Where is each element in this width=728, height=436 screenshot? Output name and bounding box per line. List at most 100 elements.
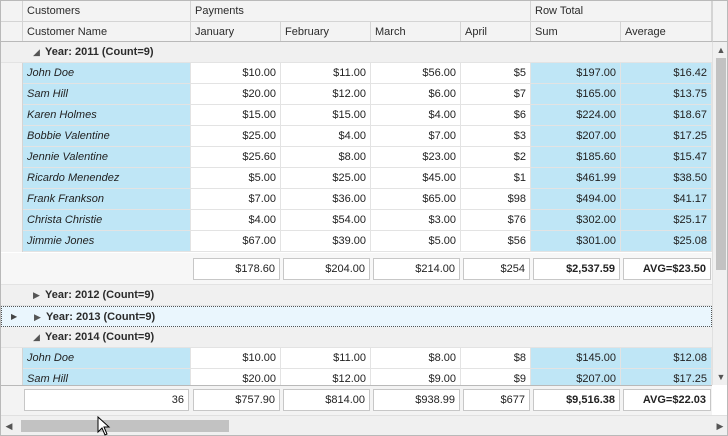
- vertical-scrollbar[interactable]: ▲ ▼: [712, 42, 727, 385]
- column-header-average[interactable]: Average: [621, 22, 712, 41]
- cell-customer-name[interactable]: Jimmie Jones: [23, 231, 191, 252]
- cell-january[interactable]: $20.00: [191, 369, 281, 385]
- band-row-total[interactable]: Row Total: [531, 1, 712, 21]
- group-row-2011[interactable]: ◢ Year: 2011 (Count=9): [1, 42, 712, 63]
- cell-february[interactable]: $8.00: [281, 147, 371, 168]
- cell-sum[interactable]: $207.00: [531, 126, 621, 147]
- cell-february[interactable]: $11.00: [281, 63, 371, 84]
- cell-january[interactable]: $7.00: [191, 189, 281, 210]
- cell-january[interactable]: $20.00: [191, 84, 281, 105]
- cell-february[interactable]: $25.00: [281, 168, 371, 189]
- cell-average[interactable]: $12.08: [621, 348, 712, 369]
- cell-customer-name[interactable]: Bobbie Valentine: [23, 126, 191, 147]
- row-indicator[interactable]: [1, 105, 23, 126]
- cell-customer-name[interactable]: Jennie Valentine: [23, 147, 191, 168]
- cell-average[interactable]: $13.75: [621, 84, 712, 105]
- cell-january[interactable]: $5.00: [191, 168, 281, 189]
- cell-customer-name[interactable]: John Doe: [23, 348, 191, 369]
- cell-average[interactable]: $17.25: [621, 369, 712, 385]
- cell-january[interactable]: $25.60: [191, 147, 281, 168]
- column-header-march[interactable]: March: [371, 22, 461, 41]
- cell-sum[interactable]: $224.00: [531, 105, 621, 126]
- table-row[interactable]: Ricardo Menendez $5.00 $25.00 $45.00 $1 …: [1, 168, 712, 189]
- cell-march[interactable]: $6.00: [371, 84, 461, 105]
- cell-april[interactable]: $56: [461, 231, 531, 252]
- cell-average[interactable]: $18.67: [621, 105, 712, 126]
- row-indicator[interactable]: [1, 126, 23, 147]
- expand-group-icon[interactable]: ▶: [34, 312, 41, 323]
- cell-customer-name[interactable]: Sam Hill: [23, 84, 191, 105]
- table-row[interactable]: Christa Christie $4.00 $54.00 $3.00 $76 …: [1, 210, 712, 231]
- cell-customer-name[interactable]: Karen Holmes: [23, 105, 191, 126]
- collapse-group-icon[interactable]: ◢: [33, 332, 40, 343]
- cell-average[interactable]: $17.25: [621, 126, 712, 147]
- band-customers[interactable]: Customers: [23, 1, 191, 21]
- cell-january[interactable]: $10.00: [191, 348, 281, 369]
- column-header-customer-name[interactable]: Customer Name: [23, 22, 191, 41]
- cell-average[interactable]: $25.17: [621, 210, 712, 231]
- cell-average[interactable]: $15.47: [621, 147, 712, 168]
- cell-february[interactable]: $54.00: [281, 210, 371, 231]
- column-header-february[interactable]: February: [281, 22, 371, 41]
- cell-january[interactable]: $25.00: [191, 126, 281, 147]
- cell-march[interactable]: $23.00: [371, 147, 461, 168]
- cell-march[interactable]: $7.00: [371, 126, 461, 147]
- cell-march[interactable]: $3.00: [371, 210, 461, 231]
- group-row-2012[interactable]: ▶ Year: 2012 (Count=9): [1, 285, 712, 306]
- group-row-2013[interactable]: ▶ ▶ Year: 2013 (Count=9): [1, 306, 712, 327]
- cell-april[interactable]: $98: [461, 189, 531, 210]
- expand-group-icon[interactable]: ▶: [33, 290, 40, 301]
- cell-march[interactable]: $5.00: [371, 231, 461, 252]
- vertical-scroll-thumb[interactable]: [716, 58, 726, 270]
- collapse-group-icon[interactable]: ◢: [33, 47, 40, 58]
- cell-average[interactable]: $41.17: [621, 189, 712, 210]
- cell-january[interactable]: $67.00: [191, 231, 281, 252]
- cell-february[interactable]: $12.00: [281, 84, 371, 105]
- table-row[interactable]: John Doe $10.00 $11.00 $56.00 $5 $197.00…: [1, 63, 712, 84]
- horizontal-scroll-thumb[interactable]: [21, 420, 229, 432]
- cell-customer-name[interactable]: John Doe: [23, 63, 191, 84]
- cell-april[interactable]: $76: [461, 210, 531, 231]
- row-indicator[interactable]: [1, 210, 23, 231]
- cell-january[interactable]: $4.00: [191, 210, 281, 231]
- cell-sum[interactable]: $494.00: [531, 189, 621, 210]
- row-indicator[interactable]: [1, 168, 23, 189]
- cell-april[interactable]: $7: [461, 84, 531, 105]
- cell-march[interactable]: $45.00: [371, 168, 461, 189]
- cell-january[interactable]: $15.00: [191, 105, 281, 126]
- table-row[interactable]: Frank Frankson $7.00 $36.00 $65.00 $98 $…: [1, 189, 712, 210]
- row-indicator[interactable]: [1, 231, 23, 252]
- column-header-sum[interactable]: Sum: [531, 22, 621, 41]
- scroll-up-icon[interactable]: ▲: [713, 42, 727, 58]
- cell-april[interactable]: $8: [461, 348, 531, 369]
- row-indicator[interactable]: [1, 84, 23, 105]
- column-header-january[interactable]: January: [191, 22, 281, 41]
- cell-customer-name[interactable]: Ricardo Menendez: [23, 168, 191, 189]
- cell-average[interactable]: $16.42: [621, 63, 712, 84]
- cell-sum[interactable]: $197.00: [531, 63, 621, 84]
- cell-sum[interactable]: $145.00: [531, 348, 621, 369]
- table-row[interactable]: John Doe $10.00 $11.00 $8.00 $8 $145.00 …: [1, 348, 712, 369]
- cell-february[interactable]: $36.00: [281, 189, 371, 210]
- row-indicator[interactable]: [1, 147, 23, 168]
- cell-average[interactable]: $38.50: [621, 168, 712, 189]
- scroll-left-icon[interactable]: ◀: [1, 416, 17, 435]
- cell-sum[interactable]: $185.60: [531, 147, 621, 168]
- cell-sum[interactable]: $165.00: [531, 84, 621, 105]
- cell-march[interactable]: $8.00: [371, 348, 461, 369]
- cell-april[interactable]: $1: [461, 168, 531, 189]
- cell-february[interactable]: $4.00: [281, 126, 371, 147]
- table-row[interactable]: Jennie Valentine $25.60 $8.00 $23.00 $2 …: [1, 147, 712, 168]
- cell-april[interactable]: $6: [461, 105, 531, 126]
- group-row-2014[interactable]: ◢ Year: 2014 (Count=9): [1, 327, 712, 348]
- scroll-right-icon[interactable]: ▶: [712, 416, 727, 435]
- cell-april[interactable]: $3: [461, 126, 531, 147]
- column-header-april[interactable]: April: [461, 22, 531, 41]
- cell-march[interactable]: $56.00: [371, 63, 461, 84]
- table-row[interactable]: Sam Hill $20.00 $12.00 $9.00 $9 $207.00 …: [1, 369, 712, 385]
- cell-customer-name[interactable]: Christa Christie: [23, 210, 191, 231]
- cell-february[interactable]: $11.00: [281, 348, 371, 369]
- table-row[interactable]: Bobbie Valentine $25.00 $4.00 $7.00 $3 $…: [1, 126, 712, 147]
- table-row[interactable]: Sam Hill $20.00 $12.00 $6.00 $7 $165.00 …: [1, 84, 712, 105]
- cell-february[interactable]: $15.00: [281, 105, 371, 126]
